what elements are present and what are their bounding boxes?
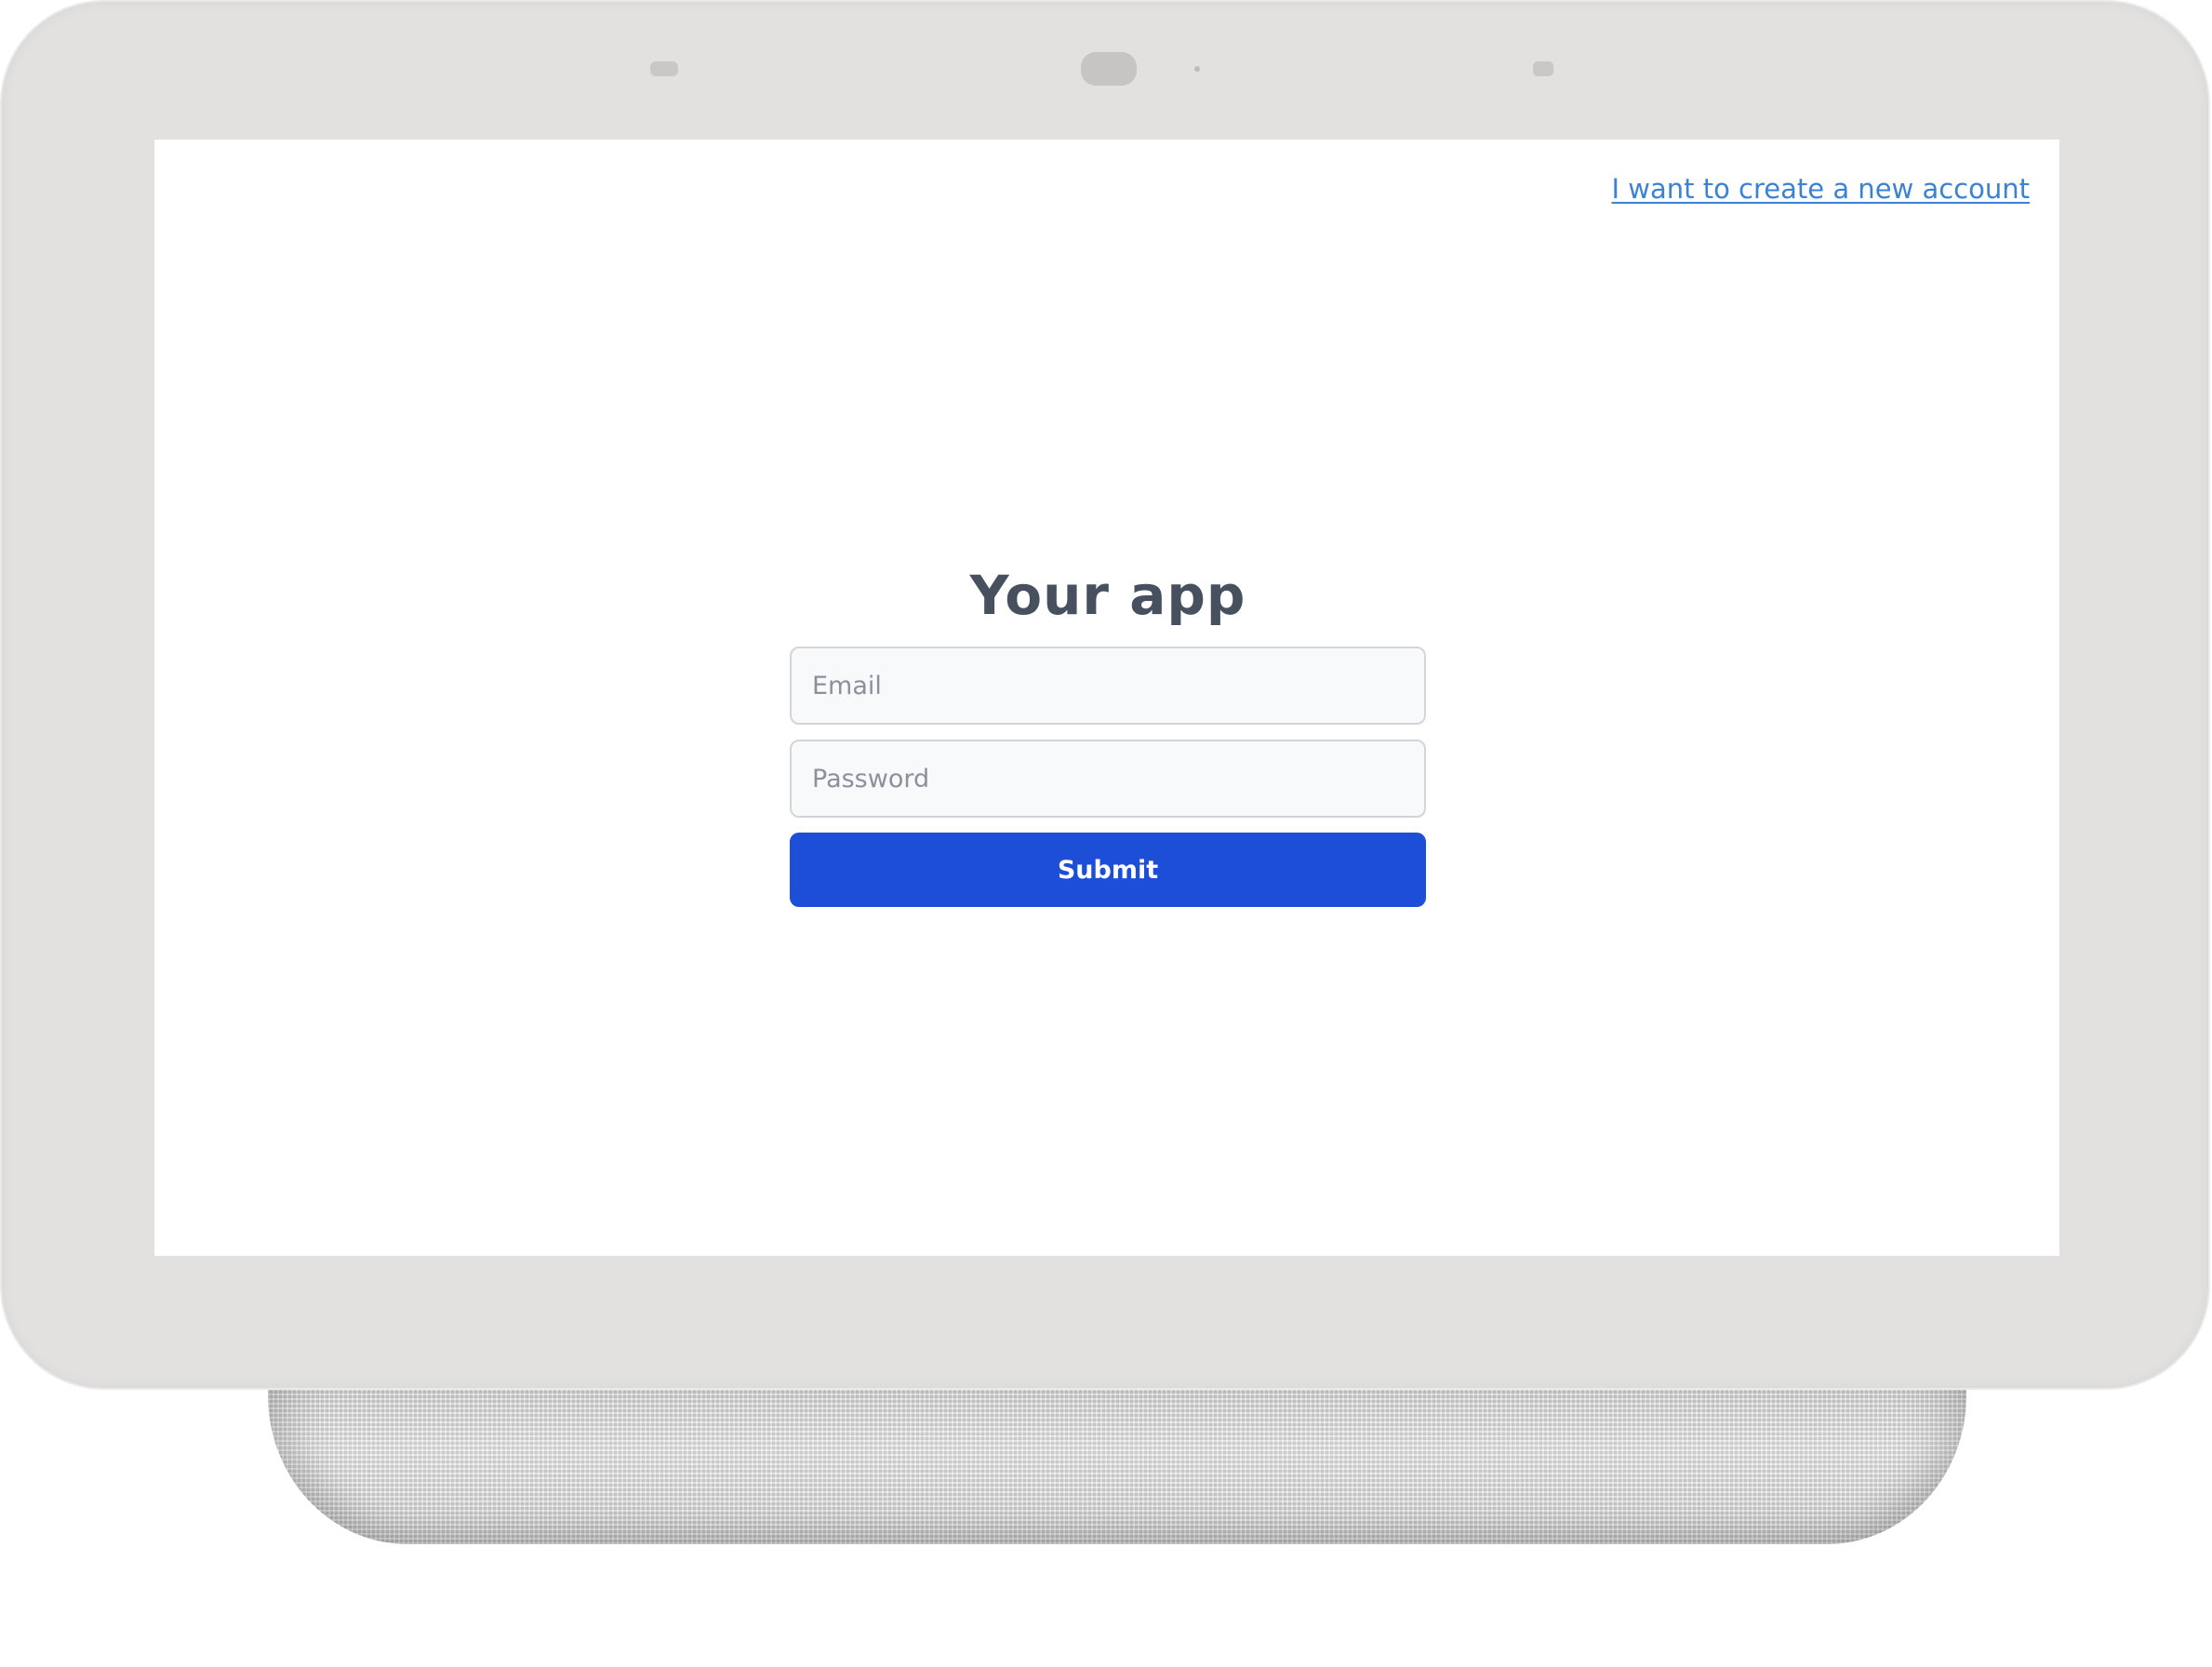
screen: I want to create a new account Your app … (154, 140, 2059, 1256)
speaker-base (268, 1367, 1966, 1544)
camera-icon (1081, 52, 1137, 86)
sensor-right-icon (1533, 61, 1553, 76)
submit-button[interactable]: Submit (790, 833, 1426, 907)
email-field[interactable] (790, 647, 1426, 725)
display-frame: I want to create a new account Your app … (2, 2, 2208, 1388)
page-title: Your app (969, 564, 1246, 627)
smart-display-device: I want to create a new account Your app … (0, 0, 2212, 1667)
create-account-link[interactable]: I want to create a new account (1611, 173, 2030, 205)
login-form: Your app Submit (790, 563, 1426, 907)
sensor-left-icon (650, 61, 678, 76)
password-field[interactable] (790, 740, 1426, 818)
light-sensor-icon (1194, 66, 1200, 72)
